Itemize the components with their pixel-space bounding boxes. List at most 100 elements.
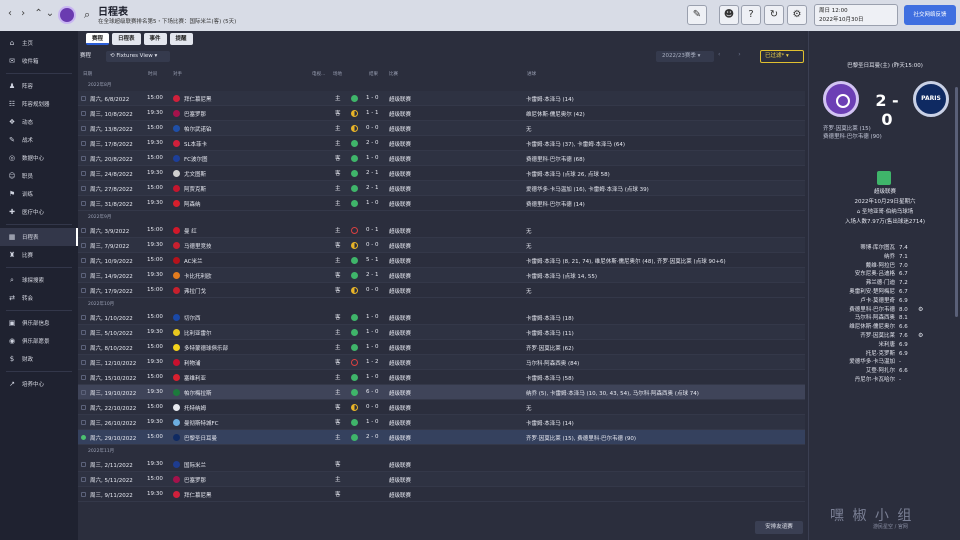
edit-icon[interactable]: ✎ (687, 5, 707, 25)
opponent-crest-icon[interactable] (173, 374, 180, 381)
fixture-row[interactable]: 周三, 9/11/2022 19:30 拜仁慕尼黑 客 超级联赛 (78, 487, 805, 502)
tab-fixtures[interactable]: 赛程 (86, 33, 110, 45)
fixture-competition[interactable]: 超级联赛 (389, 389, 411, 397)
tab-events[interactable]: 事件 (143, 33, 167, 45)
opponent-name[interactable]: 尤文图斯 (184, 170, 206, 178)
fixture-row[interactable]: 周三, 7/9/2022 19:30 马德里竞技 客 0 - 0 超级联赛 无 (78, 238, 805, 253)
player-name[interactable]: 蒂博·库尔图瓦 (860, 244, 895, 253)
opponent-name[interactable]: 拜仁慕尼黑 (184, 95, 212, 103)
fixture-competition[interactable]: 超级联赛 (389, 491, 411, 499)
panel-scrollbar[interactable] (955, 87, 958, 317)
fixture-competition[interactable]: 超级联赛 (389, 185, 411, 193)
player-name[interactable]: 米利唐 (878, 341, 895, 350)
fixture-competition[interactable]: 超级联赛 (389, 110, 411, 118)
social-feedback-button[interactable]: 社交网络反馈 (904, 5, 956, 25)
opponent-crest-icon[interactable] (173, 242, 180, 249)
sidebar-item[interactable]: ◉ 俱乐部愿景 (0, 332, 78, 350)
fixture-competition[interactable]: 超级联赛 (389, 272, 411, 280)
fixture-competition[interactable]: 超级联赛 (389, 170, 411, 178)
opponent-name[interactable]: 曼彻斯特城FC (184, 419, 219, 427)
fixture-row[interactable]: 周三, 17/8/2022 19:30 SL本菲卡 主 2 - 0 超级联赛 卡雷姆·本泽马… (78, 136, 805, 151)
fixture-competition[interactable]: 超级联赛 (389, 314, 411, 322)
search-icon[interactable]: ⌕ (84, 8, 90, 22)
opponent-crest-icon[interactable] (173, 125, 180, 132)
opponent-crest-icon[interactable] (173, 155, 180, 162)
fixture-competition[interactable]: 超级联赛 (389, 125, 411, 133)
opponent-crest-icon[interactable] (173, 287, 180, 294)
opponent-crest-icon[interactable] (173, 185, 180, 192)
fixture-score[interactable]: 2 - 1 (366, 170, 378, 176)
manager-icon[interactable]: ☻ (719, 5, 739, 25)
opponent-crest-icon[interactable] (173, 419, 180, 426)
sidebar-item[interactable]: ✎ 战术 (0, 131, 78, 149)
opponent-crest-icon[interactable] (173, 272, 180, 279)
fixture-row[interactable]: 周六, 3/9/2022 15:00 曼 红 主 0 - 1 超级联赛 无 (78, 223, 805, 238)
opponent-name[interactable]: 多特蒙德球俱乐部 (184, 344, 228, 352)
away-club-logo[interactable]: PARIS (913, 81, 949, 117)
fixture-score[interactable]: 1 - 2 (366, 359, 378, 365)
fixture-competition[interactable]: 超级联赛 (389, 140, 411, 148)
fixture-row[interactable]: 周六, 13/8/2022 15:00 帕尔武诺铂 主 0 - 0 超级联赛 无 (78, 121, 805, 136)
fixture-row[interactable]: 周三, 10/8/2022 19:30 巴塞罗那 客 1 - 1 超级联赛 维尼休斯·儒尼奥… (78, 106, 805, 121)
col-result[interactable]: 结果 (369, 71, 378, 77)
opponent-crest-icon[interactable] (173, 95, 180, 102)
rating-row[interactable]: 爱德华多·卡马温加 - (813, 358, 953, 367)
arrange-friendly-button[interactable]: 安排友谊赛 (755, 521, 803, 534)
rating-row[interactable]: 丹尼尔·卡瓦哈尔 - (813, 376, 953, 385)
fixture-score[interactable]: 1 - 1 (366, 110, 378, 116)
opponent-crest-icon[interactable] (173, 257, 180, 264)
fixture-row[interactable]: 周六, 17/9/2022 15:00 弗拉门戈 客 0 - 0 超级联赛 无 (78, 283, 805, 298)
opponent-name[interactable]: 利物浦 (184, 359, 201, 367)
fixture-score[interactable]: 2 - 0 (366, 434, 378, 440)
fixture-competition[interactable]: 超级联赛 (389, 95, 411, 103)
opponent-name[interactable]: AC米兰 (184, 257, 203, 265)
fixture-score[interactable]: 0 - 1 (366, 227, 378, 233)
fixture-competition[interactable]: 超级联赛 (389, 287, 411, 295)
fixture-score[interactable]: 2 - 1 (366, 272, 378, 278)
sidebar-item[interactable]: ◎ 数据中心 (0, 149, 78, 167)
opponent-crest-icon[interactable] (173, 461, 180, 468)
fixture-score[interactable]: 2 - 1 (366, 185, 378, 191)
opponent-crest-icon[interactable] (173, 110, 180, 117)
fixture-competition[interactable]: 超级联赛 (389, 404, 411, 412)
opponent-name[interactable]: 阿森纳 (184, 200, 201, 208)
fixture-row[interactable]: 周六, 15/10/2022 15:00 塞维利亚 主 1 - 0 超级联赛 卡雷姆·本泽马… (78, 370, 805, 385)
fixture-score[interactable]: 1 - 0 (366, 200, 378, 206)
rating-row[interactable]: 齐罗·因莫比莱 7.6 ⚙ (813, 332, 953, 341)
col-tv[interactable]: 电视... (312, 71, 325, 77)
fixture-score[interactable]: 1 - 0 (366, 314, 378, 320)
rating-row[interactable]: 费德里科·巴尔韦德 8.0 ⚙ (813, 306, 953, 315)
fixture-row[interactable]: 周三, 14/9/2022 19:30 卡比托利欧 客 2 - 1 超级联赛 卡雷姆·本泽马… (78, 268, 805, 283)
opponent-name[interactable]: 拜仁慕尼黑 (184, 491, 212, 499)
opponent-crest-icon[interactable] (173, 170, 180, 177)
fixture-score[interactable]: 1 - 0 (366, 155, 378, 161)
sidebar-item[interactable]: ⌂ 主页 (0, 34, 78, 52)
player-name[interactable]: 丹尼尔·卡瓦哈尔 (855, 376, 895, 385)
fixture-competition[interactable]: 超级联赛 (389, 344, 411, 352)
opponent-name[interactable]: 巴塞罗那 (184, 476, 206, 484)
rating-row[interactable]: 弗兰德·门迪 7.2 (813, 279, 953, 288)
fixture-competition[interactable]: 超级联赛 (389, 374, 411, 382)
sidebar-item[interactable]: ✉ 收件箱 (0, 52, 78, 70)
settings-icon[interactable]: ⚙ (787, 5, 807, 25)
fixture-competition[interactable]: 超级联赛 (389, 227, 411, 235)
player-name[interactable]: 卢卡·莫德里奇 (860, 297, 895, 306)
col-opponent[interactable]: 对手 (173, 71, 182, 77)
player-name[interactable]: 维尼休斯·儒尼奥尔 (849, 323, 895, 332)
sidebar-item[interactable]: ↗ 培养中心 (0, 375, 78, 393)
rating-row[interactable]: 安东尼奥·吕迪格 6.7 (813, 270, 953, 279)
fixture-competition[interactable]: 超级联赛 (389, 461, 411, 469)
fixture-row[interactable]: 周三, 26/10/2022 19:30 曼彻斯特城FC 客 1 - 0 超级联赛 卡雷姆·… (78, 415, 805, 430)
player-name[interactable]: 弗兰德·门迪 (866, 279, 895, 288)
match-competition[interactable]: 超级联赛 (809, 187, 960, 197)
rating-row[interactable]: 卢卡·莫德里奇 6.9 (813, 297, 953, 306)
fixture-competition[interactable]: 超级联赛 (389, 359, 411, 367)
fixture-row[interactable]: 周六, 29/10/2022 15:00 巴黎圣日耳曼 主 2 - 0 超级联赛 齐罗·因莫… (78, 430, 805, 445)
filter-button[interactable]: 已过滤* ▾ (760, 50, 804, 63)
season-arrows[interactable]: ‹ › (718, 51, 749, 58)
fixture-row[interactable]: 周三, 5/10/2022 19:30 比利亚雷尔 主 1 - 0 超级联赛 卡雷姆·本泽马… (78, 325, 805, 340)
opponent-crest-icon[interactable] (173, 476, 180, 483)
fixture-score[interactable]: 6 - 0 (366, 389, 378, 395)
refresh-icon[interactable]: ↻ (764, 5, 784, 25)
opponent-crest-icon[interactable] (173, 389, 180, 396)
